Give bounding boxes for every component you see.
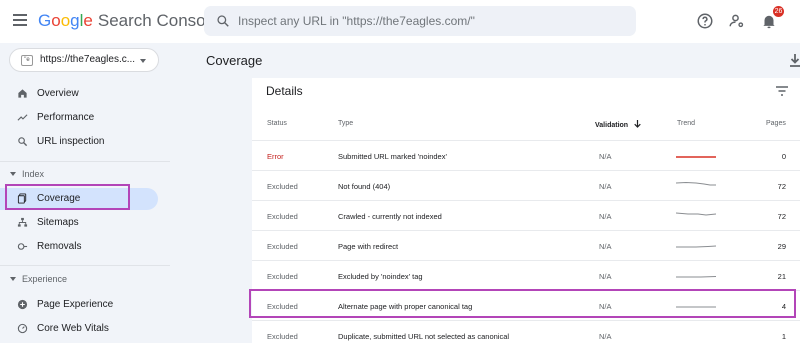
sidebar-item-removals[interactable]: Removals (0, 236, 158, 258)
row-status: Excluded (267, 212, 298, 221)
column-header-type[interactable]: Type (338, 120, 353, 127)
trend-sparkline (676, 245, 716, 248)
sidebar-item-label: Page Experience (37, 299, 114, 310)
column-header-status[interactable]: Status (267, 120, 287, 127)
sidebar-item-page-experience[interactable]: Page Experience (0, 294, 158, 316)
sidebar: "e https://the7eagles.c... Overview Perf… (0, 43, 170, 343)
column-header-validation[interactable]: Validation (595, 120, 641, 129)
sidebar-item-url-inspection[interactable]: URL inspection (0, 131, 158, 153)
table-row[interactable]: Excluded Excluded by 'noindex' tag N/A 2… (252, 260, 800, 290)
plus-circle-icon (17, 299, 28, 310)
trend-sparkline (676, 212, 716, 216)
sidebar-item-label: Sitemaps (37, 217, 79, 228)
row-pages: 1 (781, 332, 786, 341)
row-validation: N/A (599, 152, 612, 161)
chevron-down-icon (140, 59, 146, 63)
trend-sparkline (676, 156, 716, 158)
row-status: Excluded (267, 242, 298, 251)
download-icon[interactable] (790, 54, 800, 68)
logo-letter: o (60, 11, 71, 30)
home-icon (18, 89, 27, 98)
row-pages: 0 (781, 152, 786, 161)
property-selector[interactable]: "e https://the7eagles.c... (9, 48, 159, 72)
gauge-icon (17, 323, 28, 334)
sidebar-item-sitemaps[interactable]: Sitemaps (0, 212, 158, 234)
property-url: https://the7eagles.c... (40, 54, 136, 65)
page-title: Coverage (206, 53, 263, 68)
row-validation: N/A (599, 182, 612, 191)
manage-users-icon[interactable] (728, 12, 746, 30)
caret-down-icon (10, 277, 16, 281)
row-validation: N/A (599, 332, 612, 341)
search-input[interactable] (238, 11, 628, 31)
notifications-icon[interactable]: 26 (760, 6, 784, 30)
sidebar-item-label: Removals (37, 241, 82, 252)
sidebar-item-label: URL inspection (37, 136, 105, 147)
url-inspection-search[interactable] (204, 6, 636, 36)
sidebar-item-label: Performance (37, 112, 95, 123)
logo-letter: G (38, 11, 52, 30)
app-logo[interactable]: Google Search Console (38, 11, 219, 31)
trend-icon (17, 114, 28, 121)
row-validation: N/A (599, 212, 612, 221)
table-row[interactable]: Excluded Crawled - currently not indexed… (252, 200, 800, 230)
sidebar-item-label: Overview (37, 88, 79, 99)
notification-badge: 26 (773, 6, 784, 17)
row-type: Submitted URL marked 'noindex' (338, 152, 447, 161)
trend-sparkline (676, 276, 716, 278)
caret-down-icon (10, 172, 16, 176)
logo-letter: g (70, 11, 80, 30)
row-pages: 21 (777, 272, 786, 281)
search-icon (18, 137, 28, 147)
highlight-box-coverage (5, 184, 130, 210)
divider (0, 265, 170, 266)
row-validation: N/A (599, 272, 612, 281)
search-icon (217, 15, 229, 27)
help-icon[interactable] (696, 12, 714, 30)
section-label: Experience (22, 274, 68, 284)
row-type: Duplicate, submitted URL not selected as… (338, 332, 510, 341)
row-pages: 72 (777, 212, 786, 221)
row-validation: N/A (599, 242, 612, 251)
row-type: Not found (404) (338, 182, 391, 191)
logo-letter: e (83, 11, 93, 30)
hamburger-menu-icon[interactable] (13, 14, 27, 26)
row-status: Error (267, 152, 284, 161)
filter-icon[interactable] (775, 85, 789, 97)
table-row[interactable]: Error Submitted URL marked 'noindex' N/A… (252, 140, 800, 170)
column-header-pages[interactable]: Pages (766, 120, 786, 127)
trend-sparkline (676, 181, 716, 186)
row-status: Excluded (267, 272, 298, 281)
row-pages: 72 (777, 182, 786, 191)
details-title: Details (266, 84, 303, 98)
row-type: Page with redirect (338, 242, 399, 251)
row-status: Excluded (267, 332, 298, 341)
property-favicon: "e (21, 55, 33, 66)
section-label: Index (22, 169, 45, 179)
column-header-trend[interactable]: Trend (677, 120, 695, 127)
table-row[interactable]: Excluded Not found (404) N/A 72 (252, 170, 800, 200)
logo-letter: o (51, 11, 61, 30)
sidebar-item-label: Core Web Vitals (37, 323, 109, 334)
product-name: Search Console (97, 11, 219, 30)
row-status: Excluded (267, 182, 298, 191)
row-type: Crawled - currently not indexed (338, 212, 442, 221)
table-row[interactable]: Excluded Page with redirect N/A 29 (252, 230, 800, 260)
sidebar-item-core-web-vitals[interactable]: Core Web Vitals (0, 318, 158, 340)
section-experience-toggle[interactable]: Experience (0, 273, 160, 289)
row-type: Excluded by 'noindex' tag (338, 272, 423, 281)
arrow-down-icon (634, 120, 641, 128)
column-header-label: Validation (595, 122, 629, 129)
sidebar-item-overview[interactable]: Overview (0, 83, 158, 105)
sidebar-item-performance[interactable]: Performance (0, 107, 158, 129)
table-row[interactable]: Excluded Duplicate, submitted URL not se… (252, 320, 800, 343)
divider (0, 161, 170, 162)
highlight-box-alternate-canonical (249, 289, 796, 318)
section-index-toggle[interactable]: Index (0, 168, 160, 184)
row-pages: 29 (777, 242, 786, 251)
removals-icon (17, 243, 28, 250)
top-app-bar: GoogleSearch Console 26 (0, 0, 800, 43)
sitemaps-icon (17, 217, 28, 227)
